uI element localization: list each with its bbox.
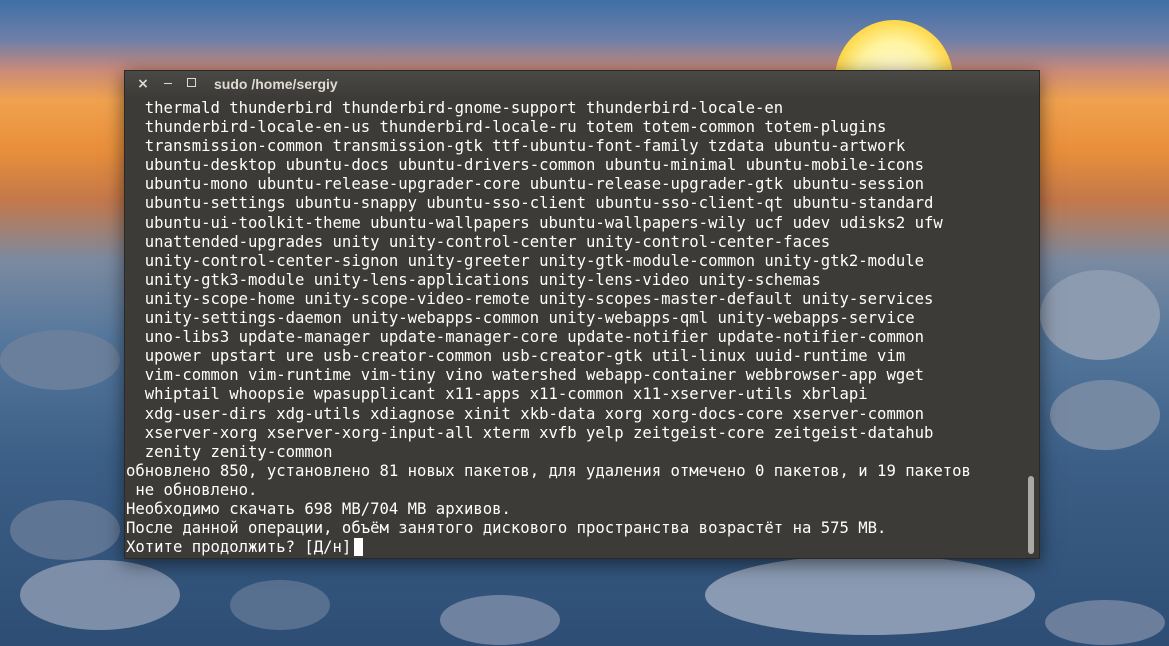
terminal-line: обновлено 850, установлено 81 новых паке… (126, 461, 971, 480)
terminal-line: ubuntu-settings ubuntu-snappy ubuntu-sso… (126, 194, 934, 213)
terminal-line: ubuntu-desktop ubuntu-docs ubuntu-driver… (126, 156, 924, 175)
terminal-line: transmission-common transmission-gtk ttf… (126, 137, 906, 156)
terminal-line: unity-control-center-signon unity-greete… (126, 251, 924, 270)
terminal-line: ubuntu-mono ubuntu-release-upgrader-core… (126, 175, 924, 194)
maximize-button[interactable] (183, 76, 199, 92)
prompt-line[interactable]: Хотите продолжить? [Д/н] (125, 538, 1025, 557)
wallpaper-pebble (1045, 600, 1165, 645)
close-icon: × (137, 76, 149, 92)
prompt-text: Хотите продолжить? [Д/н] (126, 538, 352, 557)
wallpaper-pebble (230, 580, 330, 630)
terminal-line: unity-scope-home unity-scope-video-remot… (126, 289, 934, 308)
terminal-line: whiptail whoopsie wpasupplicant x11-apps… (126, 385, 868, 404)
terminal-line: xdg-user-dirs xdg-utils xdiagnose xinit … (126, 404, 924, 423)
text-cursor (354, 538, 364, 557)
terminal-titlebar[interactable]: × sudo /home/sergiy (125, 71, 1039, 98)
close-button[interactable]: × (135, 76, 151, 92)
terminal-line: thermald thunderbird thunderbird-gnome-s… (126, 99, 784, 117)
terminal-line: ubuntu-ui-toolkit-theme ubuntu-wallpaper… (126, 213, 943, 232)
terminal-line: не обновлено. (126, 480, 258, 499)
terminal-line: upower upstart ure usb-creator-common us… (126, 347, 906, 366)
wallpaper-pebble (20, 560, 180, 630)
terminal-line: unattended-upgrades unity unity-control-… (126, 232, 831, 251)
wallpaper-pebble (10, 500, 120, 560)
scrollbar-thumb[interactable] (1028, 476, 1034, 554)
terminal-line: После данной операции, объём занятого ди… (126, 519, 887, 538)
terminal-line: vim-common vim-runtime vim-tiny vino wat… (126, 366, 924, 385)
wallpaper-pebble (440, 595, 560, 645)
terminal-line: Необходимо скачать 698 MB/704 MB архивов… (126, 499, 511, 518)
terminal-window[interactable]: × sudo /home/sergiy thermald thunderbird… (124, 70, 1040, 559)
wallpaper-pebble (1040, 270, 1160, 360)
terminal-line: unity-settings-daemon unity-webapps-comm… (126, 309, 915, 328)
wallpaper-pebble (0, 330, 120, 390)
wallpaper-pebble (1050, 380, 1160, 450)
minimize-icon (164, 83, 172, 84)
terminal-line: zenity zenity-common (126, 442, 333, 461)
minimize-button[interactable] (160, 76, 176, 92)
terminal-line: unity-gtk3-module unity-lens-application… (126, 270, 821, 289)
window-title: sudo /home/sergiy (214, 76, 338, 92)
wallpaper-pebble (705, 555, 1035, 635)
maximize-icon (186, 78, 196, 87)
terminal-output[interactable]: thermald thunderbird thunderbird-gnome-s… (125, 99, 1025, 557)
terminal-line: thunderbird-locale-en-us thunderbird-loc… (126, 118, 887, 137)
terminal-line: xserver-xorg xserver-xorg-input-all xter… (126, 423, 934, 442)
terminal-line: uno-libs3 update-manager update-manager-… (126, 328, 924, 347)
